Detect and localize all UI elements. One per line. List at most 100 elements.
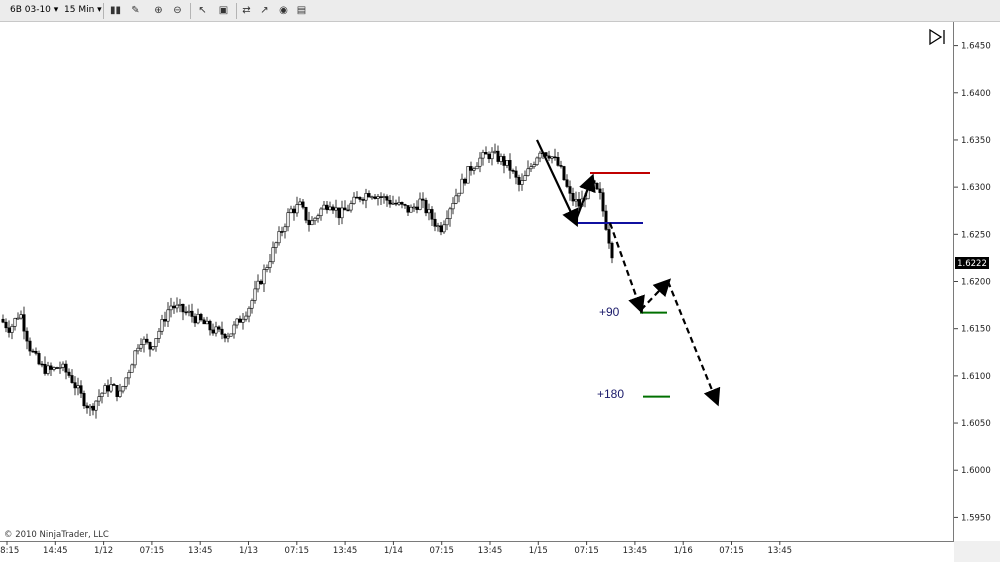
candle-body: [502, 156, 506, 166]
candle-body: [247, 307, 251, 317]
projected-path-arrow: [640, 278, 672, 311]
candle-body: [505, 160, 509, 166]
price-tick-label: 1.6300: [961, 183, 991, 193]
candle-body: [103, 385, 107, 394]
candle-body: [418, 198, 422, 210]
time-tick-label: 13:45: [188, 546, 213, 556]
candle-body: [25, 330, 29, 342]
candle-body: [388, 199, 392, 205]
candle-body: [592, 180, 596, 184]
candle-body: [361, 199, 365, 201]
candle-body: [313, 217, 317, 222]
candle-body: [208, 320, 212, 331]
time-tick-label: 13:45: [623, 546, 648, 556]
candle-body: [241, 318, 245, 323]
last-price-marker: 1.6222: [955, 257, 989, 269]
candle-body: [34, 350, 38, 354]
candle-body: [229, 333, 233, 337]
candle-body: [205, 320, 209, 325]
candle-body: [322, 204, 326, 210]
candle-body: [112, 384, 116, 386]
candle-body: [178, 303, 182, 306]
jump-to-end-icon[interactable]: [929, 28, 945, 46]
last-price-label: 1.6222: [957, 259, 987, 269]
candle-body: [598, 188, 602, 193]
price-tick-label: 1.6050: [961, 419, 991, 429]
candle-body: [385, 196, 389, 201]
candle-body: [337, 207, 341, 219]
projected-path-arrow: [608, 222, 645, 314]
candle-body: [82, 393, 86, 407]
candle-body: [511, 170, 515, 172]
candle-body: [301, 201, 305, 208]
time-tick-label: 13:45: [478, 546, 503, 556]
candle-body: [445, 218, 449, 226]
candle-body: [79, 385, 83, 394]
time-tick-label: 13:45: [768, 546, 793, 556]
candle-body: [490, 151, 494, 160]
candle-body: [55, 367, 59, 369]
candle-body: [556, 157, 560, 166]
candle-body: [454, 195, 458, 204]
candle-body: [235, 318, 239, 326]
chart-canvas: 1.6450 1.6400 1.6350 1.6300 1.6250 1.6200 1.61…: [0, 28, 991, 556]
time-tick-label: 07:15: [140, 546, 165, 556]
candle-body: [382, 196, 386, 198]
candle-body: [391, 202, 395, 205]
candle-body: [442, 224, 446, 233]
candle-body: [610, 242, 614, 259]
candle-body: [463, 178, 467, 184]
candle-body: [280, 231, 284, 233]
candle-body: [193, 316, 197, 324]
candle-body: [430, 209, 434, 220]
candle-body: [478, 157, 482, 167]
candle-body: [100, 392, 104, 397]
time-tick-label: 08:15: [0, 546, 19, 556]
candle-body: [217, 326, 221, 330]
candle-body: [52, 367, 56, 370]
candle-body: [223, 334, 227, 339]
candle-body: [358, 197, 362, 200]
candle-body: [133, 350, 137, 366]
candle-body: [97, 396, 101, 402]
candle-body: [451, 202, 455, 210]
candle-body: [403, 204, 407, 206]
candle-body: [175, 304, 179, 309]
candle-body: [526, 168, 530, 176]
candle-body: [88, 405, 92, 409]
candle-body: [328, 206, 332, 211]
candle-body: [118, 390, 122, 397]
candle-body: [304, 206, 308, 221]
candle-body: [268, 261, 272, 268]
candle-body: [256, 280, 260, 290]
candle-body: [607, 229, 611, 244]
candle-body: [130, 364, 134, 373]
candle-body: [220, 328, 224, 335]
target-label-90: +90: [599, 305, 620, 319]
candle-body: [427, 209, 431, 214]
candle-body: [181, 303, 185, 313]
candle-body: [343, 207, 347, 211]
time-tick-label: 1/12: [94, 546, 113, 556]
candle-body: [154, 338, 158, 347]
candle-body: [370, 196, 374, 199]
candle-body: [73, 382, 77, 389]
candle-body: [412, 206, 416, 209]
candle-body: [394, 202, 398, 205]
candle-body: [85, 405, 89, 409]
candle-body: [190, 310, 194, 317]
candle-body: [157, 330, 161, 339]
candle-body: [271, 247, 275, 263]
candle-body: [415, 206, 419, 210]
candle-body: [109, 384, 113, 392]
candle-body: [565, 179, 569, 187]
candle-body: [283, 226, 287, 232]
candle-body: [319, 208, 323, 217]
candle-body: [211, 329, 215, 334]
candle-body: [277, 231, 281, 244]
candle-body: [577, 199, 581, 207]
candle-body: [64, 363, 68, 373]
candle-body: [70, 375, 74, 383]
candle-body: [7, 327, 11, 333]
candle-body: [352, 196, 356, 204]
